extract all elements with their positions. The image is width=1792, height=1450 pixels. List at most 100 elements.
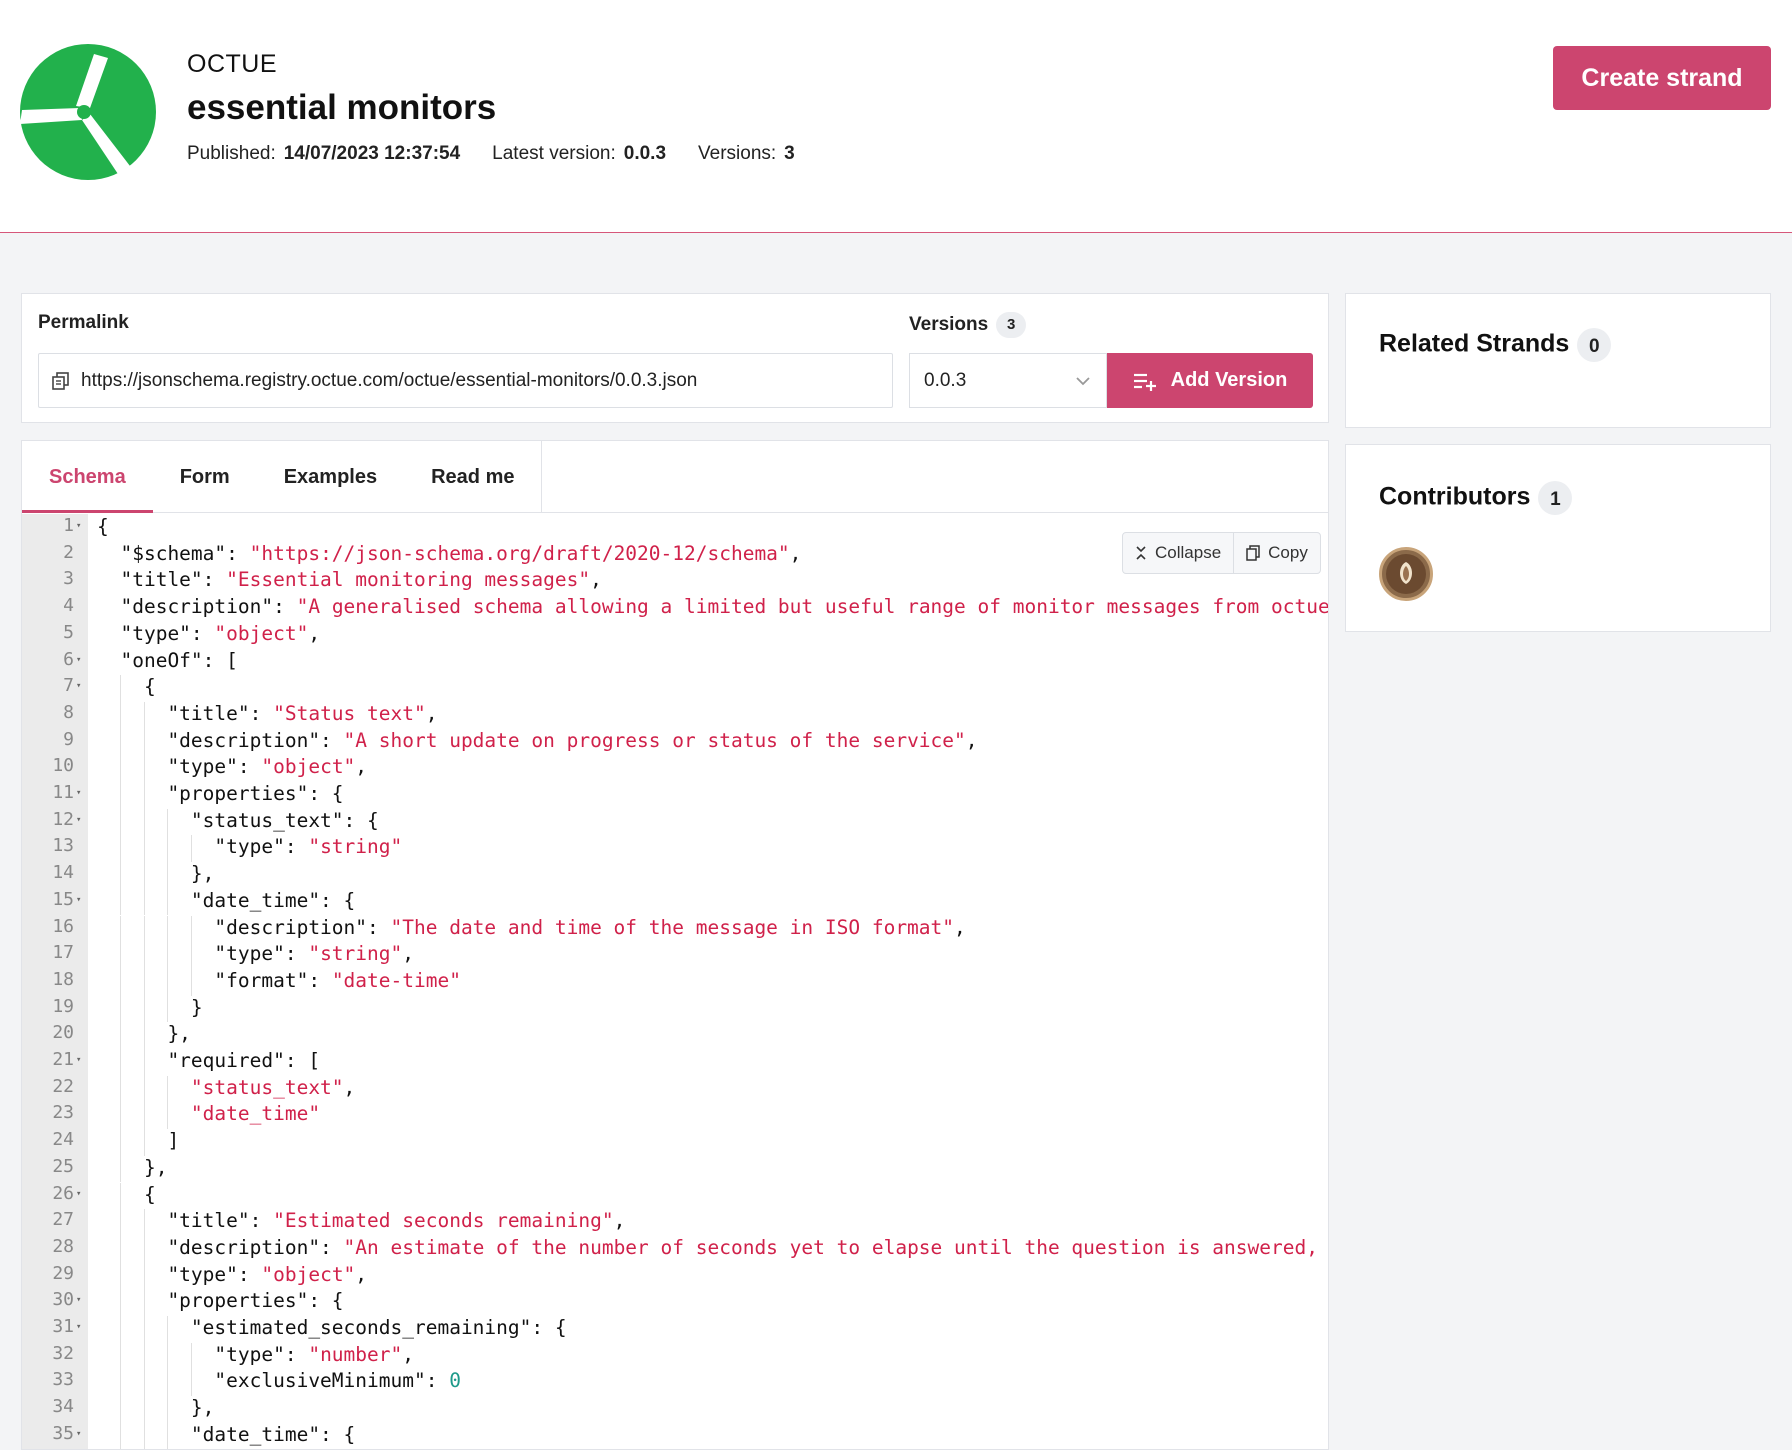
code-line: { [97, 675, 156, 699]
fold-toggle-icon[interactable]: ▾ [76, 521, 81, 531]
code-line: "estimated_seconds_remaining": { [97, 1316, 567, 1339]
line-number: 32 [52, 1342, 74, 1364]
code-line: }, [97, 862, 215, 886]
versions-heading-label: Versions [909, 314, 989, 336]
line-number: 12 [52, 808, 74, 830]
permalink-panel: Permalink https://jsonschema.registry.oc… [21, 293, 1329, 423]
code-line: "title": "Essential monitoring messages"… [97, 568, 602, 592]
code-line: "required": [ [97, 1049, 321, 1072]
related-strands-count: 0 [1577, 328, 1612, 362]
line-number: 15 [52, 888, 74, 910]
collapse-label: Collapse [1155, 543, 1222, 562]
published-meta: Published: 14/07/2023 12:37:54 [187, 143, 460, 165]
org-name[interactable]: OCTUE [187, 50, 277, 79]
code-line: "title": "Status text", [97, 701, 438, 725]
versions-meta: Versions: 3 [698, 143, 795, 165]
code-line: "description": "A generalised schema all… [97, 595, 1329, 619]
code-line: "description": "The date and time of the… [97, 915, 966, 939]
line-number: 31 [52, 1316, 74, 1337]
code-line: "properties": { [97, 782, 344, 805]
code-actions: Collapse Copy [1122, 532, 1321, 574]
line-number: 19 [52, 995, 74, 1017]
code-line: "date_time": { [97, 888, 356, 912]
create-strand-button[interactable]: Create strand [1553, 46, 1771, 110]
versions-count-badge: 3 [996, 312, 1027, 338]
code-line: "description": "A short update on progre… [97, 728, 978, 752]
line-number: 3 [63, 568, 74, 590]
related-strands-title: Related Strands [1379, 329, 1570, 358]
code-line: { [97, 1182, 156, 1206]
line-number: 25 [52, 1155, 74, 1177]
line-number-gutter: 1 ▾ 2 3 4 5 6 ▾ 7 ▾ 8 9 10 11 ▾ 12 ▾ 13 14 15 ▾ 16 17 18 19 20 21 ▾… [22, 514, 88, 1449]
fold-toggle-icon[interactable]: ▾ [76, 655, 81, 665]
code-line: "properties": { [97, 1289, 344, 1313]
selected-version: 0.0.3 [924, 369, 967, 391]
code-line: "type": "object", [97, 755, 368, 779]
add-version-button[interactable]: Add Version [1107, 353, 1313, 408]
contributors-title: Contributors [1379, 482, 1531, 511]
line-number: 7 [63, 675, 74, 697]
line-number: 20 [52, 1022, 74, 1044]
code-line: }, [97, 1022, 191, 1046]
line-number: 22 [52, 1075, 74, 1097]
code-line: "exclusiveMinimum": 0 [97, 1369, 461, 1393]
published-label: Published: [187, 143, 276, 164]
line-number: 30 [52, 1289, 74, 1311]
code-line: "date_time": { [97, 1422, 356, 1446]
schema-meta: Published: 14/07/2023 12:37:54 Latest ver… [187, 143, 795, 165]
line-number: 8 [63, 701, 74, 723]
contributor-avatar[interactable] [1379, 547, 1433, 601]
tab-examples[interactable]: Examples [257, 441, 404, 513]
contributors-heading: Contributors 1 [1379, 481, 1573, 515]
page-header: OCTUE essential monitors Published: 14/07… [0, 0, 1792, 233]
line-number: 1 [63, 515, 74, 536]
line-number: 2 [63, 541, 74, 563]
line-number: 34 [52, 1396, 74, 1418]
line-number: 4 [63, 595, 74, 617]
code-editor[interactable]: 1 ▾ 2 3 4 5 6 ▾ 7 ▾ 8 9 10 11 ▾ 12 ▾ 13 14 15 ▾ 16 17 18 19 20 21 ▾… [22, 514, 1329, 1449]
line-number: 33 [52, 1369, 74, 1391]
copy-button[interactable]: Copy [1233, 533, 1320, 573]
fold-toggle-icon[interactable]: ▾ [76, 1189, 81, 1199]
code-line: "type": "object", [97, 1262, 368, 1286]
code-line: "title": "Estimated seconds remaining", [97, 1209, 626, 1233]
line-number: 21 [52, 1049, 74, 1070]
line-number: 23 [52, 1102, 74, 1124]
fold-toggle-icon[interactable]: ▾ [76, 1295, 81, 1305]
collapse-button[interactable]: Collapse [1123, 533, 1233, 573]
chevron-down-icon [1076, 377, 1090, 386]
schema-tabs: Schema Form Examples Read me [22, 441, 1328, 513]
line-number: 16 [52, 915, 74, 937]
contributors-panel: Contributors 1 [1345, 444, 1771, 632]
line-number: 14 [52, 862, 74, 884]
fold-toggle-icon[interactable]: ▾ [76, 895, 81, 905]
code-line: "date_time" [190, 1102, 321, 1126]
version-select[interactable]: 0.0.3 [909, 353, 1107, 408]
permalink-label: Permalink [38, 312, 129, 333]
permalink-field[interactable]: https://jsonschema.registry.octue.com/oc… [38, 353, 893, 408]
collapse-icon [1136, 546, 1146, 560]
tab-form[interactable]: Form [153, 441, 257, 513]
line-number: 28 [52, 1235, 74, 1257]
fold-toggle-icon[interactable]: ▾ [76, 815, 81, 825]
tab-schema[interactable]: Schema [22, 441, 153, 513]
fold-toggle-icon[interactable]: ▾ [76, 1429, 81, 1439]
fold-toggle-icon[interactable]: ▾ [76, 1322, 81, 1332]
tab-read-me[interactable]: Read me [404, 441, 541, 513]
versions-value: 3 [784, 143, 795, 164]
line-number: 18 [52, 968, 74, 990]
versions-label: Versions: [698, 143, 777, 164]
fold-toggle-icon[interactable]: ▾ [76, 1055, 81, 1065]
line-number: 9 [63, 728, 74, 750]
related-strands-heading: Related Strands 0 [1379, 328, 1612, 362]
code-line: { [97, 515, 109, 538]
fold-toggle-icon[interactable]: ▾ [76, 788, 81, 798]
copy-link-icon[interactable] [51, 371, 71, 391]
code-line: "status_text", [190, 1075, 356, 1099]
latest-version-meta: Latest version: 0.0.3 [492, 143, 666, 165]
code-line: } [97, 995, 203, 1019]
permalink-url[interactable]: https://jsonschema.registry.octue.com/oc… [81, 370, 697, 392]
contributors-count: 1 [1538, 481, 1573, 515]
latte-art-icon [1386, 554, 1426, 594]
fold-toggle-icon[interactable]: ▾ [76, 681, 81, 691]
